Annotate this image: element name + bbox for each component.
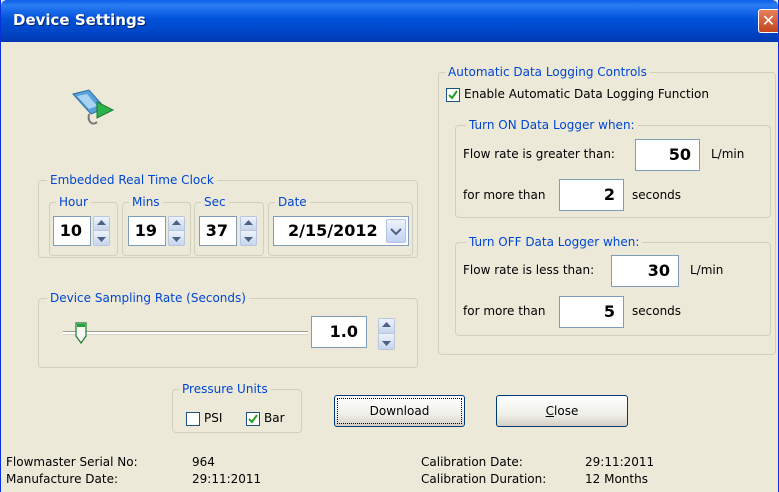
mins-input[interactable]: 19: [128, 216, 166, 246]
on-time-label: for more than: [463, 188, 546, 202]
rtc-legend: Embedded Real Time Clock: [47, 173, 217, 187]
download-button-label: Download: [369, 404, 430, 418]
close-icon: ✕: [761, 11, 776, 30]
off-flow-input[interactable]: 30: [611, 255, 679, 287]
on-flow-unit: L/min: [711, 147, 745, 161]
off-time-unit: seconds: [632, 304, 682, 318]
title-bar[interactable]: Device Settings ✕: [1, 0, 778, 42]
sampling-rate-legend: Device Sampling Rate (Seconds): [47, 291, 249, 305]
calibration-duration-label: Calibration Duration:: [421, 472, 547, 486]
pressure-units-legend: Pressure Units: [179, 382, 271, 396]
psi-label: PSI: [204, 411, 223, 425]
sec-label: Sec: [201, 195, 229, 209]
sampling-up-arrow-icon[interactable]: [379, 319, 394, 334]
date-label: Date: [275, 195, 310, 209]
serial-label: Flowmaster Serial No:: [6, 455, 138, 469]
date-dropdown-button[interactable]: [386, 219, 406, 243]
download-button[interactable]: Download: [334, 395, 465, 427]
checkmark-icon: [248, 414, 258, 424]
sampling-slider-track[interactable]: [63, 331, 308, 334]
mins-up-arrow-icon[interactable]: [169, 217, 184, 231]
off-time-label: for more than: [463, 304, 546, 318]
hour-label: Hour: [56, 195, 91, 209]
sec-spinner[interactable]: [240, 216, 257, 246]
chevron-down-icon: [390, 228, 402, 236]
mins-label: Mins: [129, 195, 163, 209]
on-flow-label: Flow rate is greater than:: [463, 147, 615, 161]
calibration-duration-value: 12 Months: [585, 472, 648, 486]
on-time-unit: seconds: [632, 188, 682, 202]
manufacture-date-label: Manufacture Date:: [6, 472, 118, 486]
bar-label: Bar: [264, 411, 285, 425]
sec-up-arrow-icon[interactable]: [241, 217, 256, 231]
bar-checkbox[interactable]: [246, 412, 260, 426]
checkmark-icon: [448, 90, 458, 100]
turn-off-legend: Turn OFF Data Logger when:: [466, 235, 643, 249]
close-button[interactable]: Close: [496, 395, 628, 427]
on-time-input[interactable]: 2: [559, 179, 624, 211]
off-flow-unit: L/min: [690, 263, 724, 277]
calibration-date-value: 29:11:2011: [585, 455, 655, 469]
sampling-rate-spinner[interactable]: [378, 318, 395, 350]
psi-checkbox[interactable]: [186, 412, 200, 426]
sec-input[interactable]: 37: [199, 216, 237, 246]
mins-down-arrow-icon[interactable]: [169, 231, 184, 245]
sampling-slider-thumb[interactable]: [75, 322, 87, 345]
calibration-date-label: Calibration Date:: [421, 455, 523, 469]
hour-up-arrow-icon[interactable]: [94, 217, 109, 231]
window-title: Device Settings: [13, 11, 146, 29]
manufacture-date-value: 29:11:2011: [192, 472, 262, 486]
off-flow-label: Flow rate is less than:: [463, 263, 595, 277]
close-window-button[interactable]: ✕: [758, 9, 778, 33]
auto-logging-legend: Automatic Data Logging Controls: [445, 65, 650, 79]
mins-spinner[interactable]: [168, 216, 185, 246]
sec-down-arrow-icon[interactable]: [241, 231, 256, 245]
sampling-rate-input[interactable]: 1.0: [311, 316, 367, 348]
serial-value: 964: [192, 455, 215, 469]
sampling-down-arrow-icon[interactable]: [379, 334, 394, 349]
enable-auto-logging-label: Enable Automatic Data Logging Function: [464, 87, 709, 101]
enable-auto-logging-checkbox[interactable]: [446, 88, 460, 102]
hour-down-arrow-icon[interactable]: [94, 231, 109, 245]
close-button-label: Close: [545, 404, 579, 418]
on-flow-input[interactable]: 50: [635, 139, 700, 171]
hour-spinner[interactable]: [93, 216, 110, 246]
usb-device-icon: [67, 88, 117, 130]
turn-on-legend: Turn ON Data Logger when:: [466, 118, 638, 132]
hour-input[interactable]: 10: [53, 216, 91, 246]
off-time-input[interactable]: 5: [559, 296, 624, 328]
device-settings-window: Device Settings ✕ Embedded Real Time Clo…: [0, 0, 779, 492]
